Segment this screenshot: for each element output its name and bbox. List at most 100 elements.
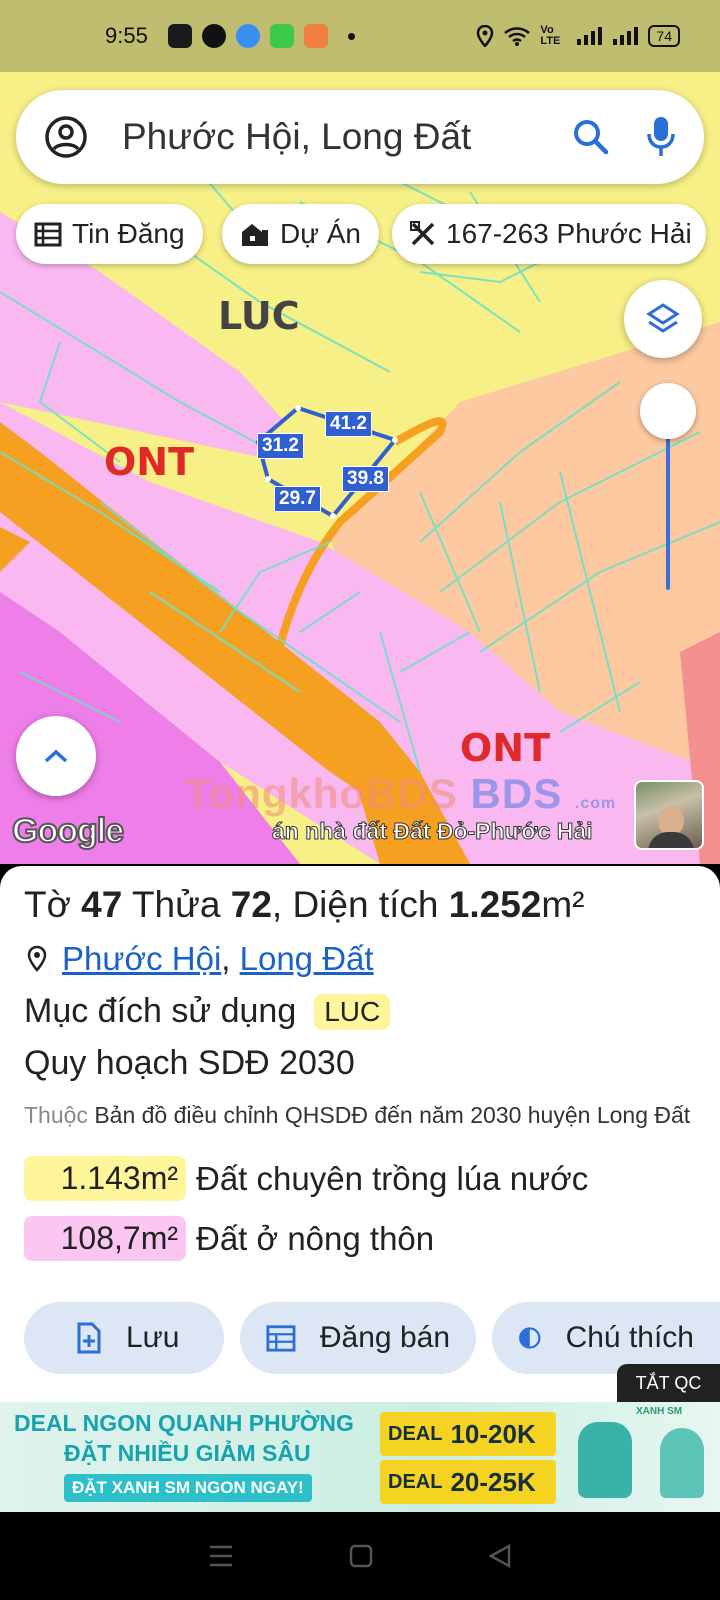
game-icon <box>303 24 328 48</box>
chip-measure-label: 167-263 Phước Hải <box>446 218 692 249</box>
sheet-label: Tờ <box>24 884 71 925</box>
deal-word: DEAL <box>388 1470 443 1493</box>
deal-value: 10-20K <box>450 1418 536 1449</box>
chip-projects[interactable]: Dự Án <box>222 204 379 264</box>
back-icon[interactable] <box>488 1544 512 1568</box>
notification-dot-icon <box>347 32 355 40</box>
zone-label-luc: LUC <box>218 294 300 338</box>
app-icon <box>269 24 294 48</box>
area-breakdown-label: Đất ở nông thôn <box>196 1219 435 1257</box>
lot-label: Thửa <box>131 884 221 925</box>
status-icons: Vo LTE 74 <box>476 25 680 47</box>
area-breakdown-label: Đất chuyên trồng lúa nước <box>196 1159 589 1197</box>
ward-link[interactable]: Phước Hội <box>62 940 221 978</box>
zone-label-ont-right: ONT <box>460 726 551 770</box>
status-bar: 9:55 Vo LTE 74 <box>0 0 720 72</box>
watermark: TongkhoBDS BDS .com <box>185 770 616 818</box>
watermark-left: TongkhoBDS <box>185 770 458 817</box>
close-ad-button[interactable]: TẮT QC <box>617 1364 720 1402</box>
watermark-sub: .com <box>574 795 617 812</box>
deal-value: 20-25K <box>450 1466 536 1497</box>
dimension-bottom: 29.7 <box>274 486 321 512</box>
chevron-up-icon <box>44 749 68 763</box>
purpose-row: Mục đích sử dụng LUC <box>24 992 391 1031</box>
google-logo: Google <box>11 811 125 851</box>
post-for-sale-button[interactable]: Đăng bán <box>240 1302 476 1374</box>
area-unit: m² <box>541 884 585 925</box>
calendar-icon <box>266 1325 296 1352</box>
sheet-number: 47 <box>81 884 123 925</box>
save-label: Lưu <box>126 1321 180 1354</box>
area-breakdown-row: 1.143m² Đất chuyên trồng lúa nước <box>24 1156 588 1201</box>
dimension-left: 31.2 <box>257 433 304 459</box>
location-row: Phước Hội, Long Đất <box>26 940 374 978</box>
layers-button[interactable] <box>624 280 702 358</box>
battery-indicator: 74 <box>648 25 680 47</box>
map-caption[interactable]: án nhà đất Đất Đỏ-Phước Hải <box>272 818 594 845</box>
chip-listings[interactable]: Tin Đăng <box>16 204 203 264</box>
dimension-top: 41.2 <box>325 411 372 437</box>
area-value: 1.252 <box>448 884 542 925</box>
location-icon <box>477 25 494 47</box>
menu-icon[interactable] <box>208 1544 234 1568</box>
search-bar[interactable]: Phước Hội, Long Đất <box>16 90 704 184</box>
note-prefix: Thuộc <box>24 1102 88 1128</box>
plan-label: Quy hoạch SDĐ 2030 <box>24 1044 355 1082</box>
wifi-icon <box>504 27 531 46</box>
district-link[interactable]: Long Đất <box>240 940 374 978</box>
add-file-icon <box>77 1322 101 1354</box>
layers-icon <box>646 303 680 333</box>
area-breakdown-value: 108,7m² <box>24 1216 186 1261</box>
dimension-right: 39.8 <box>342 466 389 492</box>
ad-subheadline: ĐẶT NHIỀU GIẢM SÂU <box>64 1440 311 1466</box>
chip-listings-label: Tin Đăng <box>72 218 185 249</box>
zalo-icon <box>167 24 192 48</box>
ad-headline: DEAL NGON QUANH PHƯỜNG <box>14 1410 354 1436</box>
purpose-label: Mục đích sử dụng <box>24 992 297 1030</box>
messenger-icon <box>235 24 260 48</box>
signal-2-icon <box>613 27 639 45</box>
deal-badge: DEAL 20-25K <box>380 1460 556 1504</box>
zoom-slider-handle[interactable] <box>640 383 696 439</box>
delivery-rider-image <box>578 1422 632 1498</box>
deal-word: DEAL <box>388 1422 443 1445</box>
watermark-right: BDS <box>470 770 563 817</box>
status-time: 9:55 <box>105 23 148 48</box>
post-label: Đăng bán <box>319 1321 450 1354</box>
pin-icon <box>27 945 47 972</box>
purpose-badge: LUC <box>314 993 391 1030</box>
plan-note: Thuộc Bản đồ điều chỉnh QHSDĐ đến năm 20… <box>24 1096 694 1134</box>
search-icon[interactable] <box>572 118 610 156</box>
person-image <box>660 1428 704 1498</box>
ad-cta[interactable]: ĐẶT XANH SM NGON NGAY! <box>64 1474 312 1502</box>
system-nav-bar <box>0 1512 720 1600</box>
avatar[interactable] <box>634 780 704 850</box>
area-label: , Diện tích <box>271 884 439 925</box>
search-input[interactable]: Phước Hội, Long Đất <box>122 116 572 158</box>
save-button[interactable]: Lưu <box>24 1302 224 1374</box>
area-breakdown-row: 108,7m² Đất ở nông thôn <box>24 1216 434 1261</box>
ad-banner[interactable]: DEAL NGON QUANH PHƯỜNG ĐẶT NHIỀU GIẢM SÂ… <box>0 1402 720 1512</box>
calendar-icon <box>34 222 62 247</box>
volte-label: Vo LTE <box>540 24 561 47</box>
parcel-title: Tờ 47 Thửa 72, Diện tích 1.252m² <box>24 884 585 926</box>
legend-label: Chú thích <box>565 1321 694 1354</box>
note-text: Bản đồ điều chỉnh QHSDĐ đến năm 2030 huy… <box>94 1102 691 1128</box>
lot-number: 72 <box>230 884 272 925</box>
building-icon <box>242 224 268 246</box>
chip-projects-label: Dự Án <box>280 218 361 249</box>
zone-label-ont-left: ONT <box>104 440 195 484</box>
contrast-icon <box>519 1327 541 1349</box>
play-icon <box>201 24 226 48</box>
deal-badge: DEAL 10-20K <box>380 1412 556 1456</box>
ruler-icon <box>410 221 435 246</box>
microphone-icon[interactable] <box>646 116 676 158</box>
area-breakdown-value: 1.143m² <box>24 1156 186 1201</box>
home-icon[interactable] <box>349 1544 373 1568</box>
chip-measure[interactable]: 167-263 Phước Hải <box>392 204 706 264</box>
ad-brand: XANH SM <box>636 1406 683 1417</box>
signal-icon <box>577 27 603 45</box>
expand-sheet-button[interactable] <box>16 716 96 796</box>
map-view[interactable]: LUC ONT ONT 41.2 31.2 39.8 29.7 <box>0 72 720 864</box>
account-icon[interactable] <box>44 115 88 159</box>
